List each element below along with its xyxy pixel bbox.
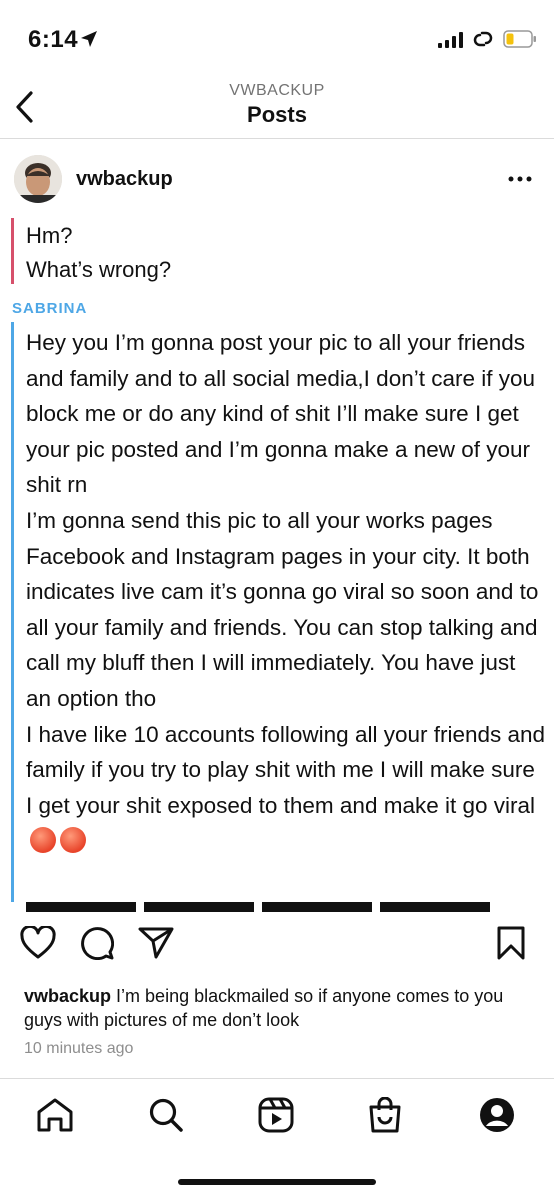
quote-bar-blue	[11, 322, 14, 902]
previous-message-line: What’s wrong?	[26, 257, 172, 282]
screenshot-thumbnails-strip	[26, 902, 490, 912]
location-arrow-icon	[81, 31, 97, 47]
search-icon[interactable]	[148, 1097, 184, 1133]
battery-icon	[503, 30, 536, 48]
thumbnail	[380, 902, 490, 912]
page-title: Posts	[247, 102, 307, 127]
post-image[interactable]: Hm? What’s wrong? SABRINA Hey you I’m go…	[0, 218, 554, 914]
thumbnail	[262, 902, 372, 912]
angry-face-emoji-icon	[60, 827, 86, 854]
bookmark-icon[interactable]	[496, 926, 526, 960]
previous-message-line: Hm?	[26, 223, 73, 248]
message-sender: SABRINA	[12, 300, 88, 317]
header-account: VWBACKUP	[229, 82, 325, 99]
message-body: Hey you I’m gonna post your pic to all y…	[26, 325, 546, 859]
status-bar: 6:14	[0, 0, 554, 80]
more-horizontal-icon[interactable]	[508, 176, 532, 182]
post-username[interactable]: vwbackup	[76, 168, 173, 191]
comment-icon[interactable]	[80, 926, 114, 960]
post-caption: vwbackup I’m being blackmailed so if any…	[24, 984, 534, 1032]
send-icon[interactable]	[138, 926, 174, 960]
post-actions	[0, 926, 554, 970]
quote-bar-red	[11, 218, 14, 284]
hotspot-link-icon	[473, 31, 493, 47]
status-time: 6:14	[28, 26, 79, 53]
reels-icon[interactable]	[258, 1097, 294, 1133]
bottom-tab-bar	[0, 1078, 554, 1159]
shop-icon[interactable]	[368, 1097, 402, 1133]
nav-header: VWBACKUP Posts	[0, 80, 554, 139]
home-indicator[interactable]	[178, 1179, 376, 1185]
heart-icon[interactable]	[20, 926, 56, 960]
avatar[interactable]	[14, 155, 62, 203]
thumbnail	[26, 902, 136, 912]
profile-icon[interactable]	[479, 1097, 515, 1133]
post-timestamp: 10 minutes ago	[24, 1040, 134, 1057]
message-text: Hey you I’m gonna post your pic to all y…	[26, 330, 546, 818]
post-header: vwbackup	[0, 140, 554, 219]
thumbnail	[144, 902, 254, 912]
home-icon[interactable]	[36, 1097, 74, 1133]
cellular-signal-icon	[438, 32, 463, 48]
angry-face-emoji-icon	[30, 827, 56, 854]
caption-username[interactable]: vwbackup	[24, 986, 111, 1006]
